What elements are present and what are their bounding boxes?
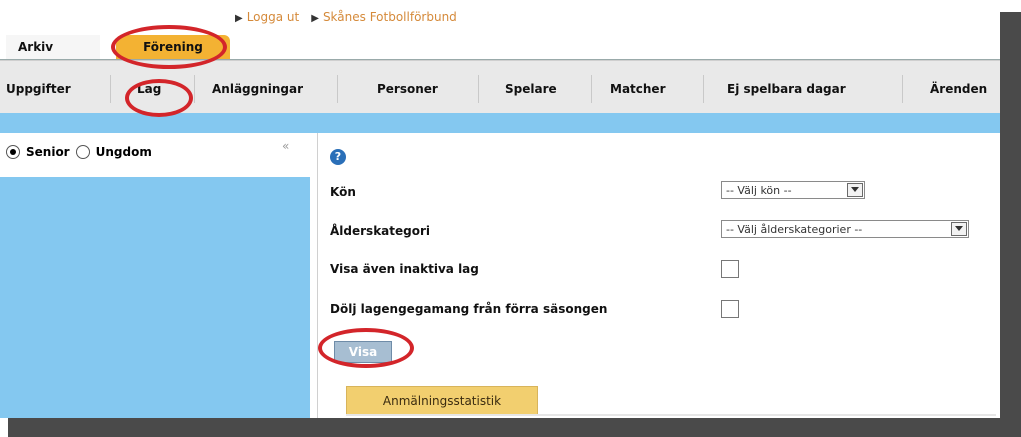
inaktiva-lag-checkbox[interactable] — [721, 260, 739, 278]
nav-separator — [478, 75, 479, 103]
senior-label: Senior — [26, 145, 70, 159]
age-group-radios: Senior Ungdom — [6, 145, 152, 159]
page-frame: ▶ Logga ut ▶ Skånes Fotbollförbund Arkiv F… — [0, 0, 1021, 437]
nav-personer[interactable]: Personer — [377, 82, 438, 96]
tab-anmalningsstatistik[interactable]: Anmälningsstatistik — [346, 386, 538, 416]
nav-anlaggningar[interactable]: Anläggningar — [212, 82, 303, 96]
inaktiva-lag-label: Visa även inaktiva lag — [330, 262, 479, 276]
filter-panel: ? Kön -- Välj kön -- Ålderskategori -- V… — [317, 133, 1001, 418]
highlight-lag — [125, 79, 193, 117]
nav-ej-spelbara-dagar[interactable]: Ej spelbara dagar — [727, 82, 846, 96]
age-group-selector: Senior Ungdom « — [0, 133, 310, 177]
divider — [346, 414, 996, 416]
logout-label: Logga ut — [246, 10, 300, 24]
highlight-forening — [111, 25, 227, 69]
ungdom-label: Ungdom — [95, 145, 152, 159]
dolj-lagengagemang-label: Dölj lagengegamang från förra säsongen — [330, 302, 608, 316]
tab-arkiv[interactable]: Arkiv — [6, 35, 100, 59]
federation-label: Skånes Fotbollförbund — [322, 10, 457, 24]
triangle-icon: ▶ — [235, 13, 243, 24]
collapse-sidebar-icon[interactable]: « — [282, 139, 289, 153]
nav-separator — [337, 75, 338, 103]
nav-separator — [703, 75, 704, 103]
nav-uppgifter[interactable]: Uppgifter — [6, 82, 71, 96]
tab-arkiv-label: Arkiv — [18, 40, 54, 54]
nav-separator — [591, 75, 592, 103]
nav-spelare[interactable]: Spelare — [505, 82, 557, 96]
logout-link[interactable]: ▶ Logga ut — [235, 10, 299, 24]
senior-radio[interactable] — [6, 145, 20, 159]
kon-select-value: -- Välj kön -- — [726, 184, 792, 197]
drop-shadow-bottom — [8, 418, 1021, 437]
dolj-lagengagemang-checkbox[interactable] — [721, 300, 739, 318]
ungdom-radio[interactable] — [75, 145, 90, 159]
kon-label: Kön — [330, 185, 356, 199]
alderskategori-select[interactable]: -- Välj ålderskategorier -- — [721, 220, 969, 238]
highlight-visa — [318, 328, 414, 368]
nav-arenden[interactable]: Ärenden — [930, 82, 987, 96]
chevron-down-icon — [951, 222, 967, 236]
nav-separator — [194, 75, 195, 103]
drop-shadow-right — [1000, 12, 1021, 437]
sidebar: Senior Ungdom « — [0, 133, 310, 418]
triangle-icon: ▶ — [311, 13, 319, 24]
kon-select[interactable]: -- Välj kön -- — [721, 181, 865, 199]
nav-matcher[interactable]: Matcher — [610, 82, 666, 96]
alderskategori-select-value: -- Välj ålderskategorier -- — [726, 223, 863, 236]
federation-link[interactable]: ▶ Skånes Fotbollförbund — [311, 10, 457, 24]
top-links: ▶ Logga ut ▶ Skånes Fotbollförbund — [235, 10, 457, 24]
chevron-down-icon — [847, 183, 863, 197]
nav-separator — [902, 75, 903, 103]
alderskategori-label: Ålderskategori — [330, 224, 431, 238]
nav-separator — [110, 75, 111, 103]
help-icon[interactable]: ? — [330, 149, 346, 165]
